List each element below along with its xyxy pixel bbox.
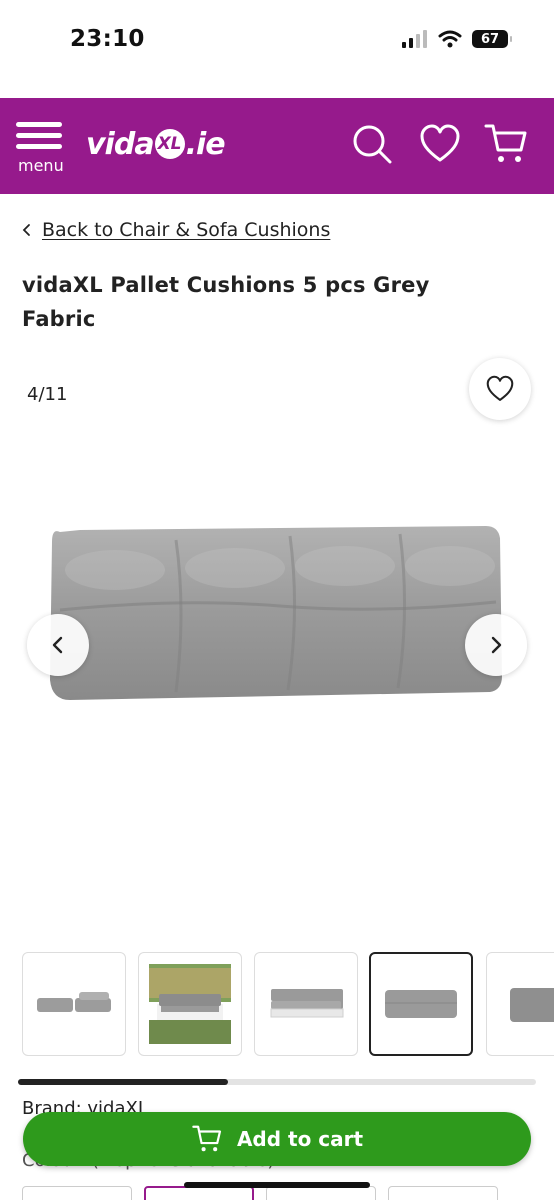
cart-icon [192, 1125, 221, 1152]
previous-image-button[interactable] [27, 614, 89, 676]
image-counter: 4/11 [27, 384, 68, 405]
add-to-cart-button[interactable]: Add to cart [23, 1112, 531, 1166]
chevron-left-icon [52, 636, 63, 654]
heart-icon [420, 124, 460, 162]
colour-option-2-selected[interactable] [144, 1186, 254, 1200]
wishlist-button[interactable] [418, 122, 462, 166]
menu-button[interactable]: menu [16, 122, 68, 178]
garden-sofa-image [149, 964, 231, 1044]
add-to-cart-label: Add to cart [236, 1127, 364, 1151]
colour-option-4[interactable] [388, 1186, 498, 1200]
thumbnail-scrollbar-thumb[interactable] [18, 1079, 228, 1085]
next-image-button[interactable] [465, 614, 527, 676]
battery-level: 67 [480, 31, 500, 47]
breadcrumb[interactable]: Back to Chair & Sofa Cushions [22, 219, 330, 241]
status-icons: 67 [402, 30, 512, 48]
search-icon [353, 125, 392, 164]
thumbnail-3[interactable] [254, 952, 358, 1056]
thumbnail-scrollbar[interactable] [18, 1079, 536, 1085]
logo-mark: XL [154, 129, 185, 159]
breadcrumb-link[interactable]: Back to Chair & Sofa Cushions [42, 219, 330, 241]
thumbnail-2[interactable] [138, 952, 242, 1056]
colour-option-1[interactable] [22, 1186, 132, 1200]
cushion-image [50, 526, 502, 700]
cushion-image [385, 990, 457, 1018]
status-time: 23:10 [70, 26, 145, 52]
product-title: vidaXL Pallet Cushions 5 pcs Grey Fabric [22, 273, 430, 331]
colour-option-3[interactable] [266, 1186, 376, 1200]
thumbnail-5[interactable] [486, 952, 554, 1056]
status-bar: 23:10 67 [0, 0, 554, 98]
hamburger-icon [16, 122, 68, 149]
home-indicator [184, 1182, 370, 1188]
logo-main: vida [86, 126, 155, 162]
thumbnail-strip[interactable] [22, 952, 554, 1058]
cart-icon [484, 124, 527, 162]
cushion-image [510, 988, 554, 1022]
search-button[interactable] [350, 122, 394, 166]
pallet-sofa-image [270, 989, 344, 1018]
heart-icon [486, 375, 514, 401]
cushion-set-image [37, 992, 111, 1012]
site-header: menu vida XL .ie [0, 98, 554, 194]
add-to-wishlist-button[interactable] [469, 358, 531, 420]
battery-icon: 67 [472, 30, 512, 48]
cart-button[interactable] [484, 122, 528, 166]
thumbnail-1[interactable] [22, 952, 126, 1056]
chevron-left-icon [22, 224, 30, 236]
product-gallery[interactable] [0, 430, 554, 930]
logo-suffix: .ie [185, 126, 226, 162]
thumbnail-4-selected[interactable] [369, 952, 473, 1056]
menu-label: menu [18, 156, 64, 175]
vidaxl-logo[interactable]: vida XL .ie [86, 122, 226, 166]
signal-icon [402, 30, 427, 48]
chevron-right-icon [491, 636, 502, 654]
wifi-icon [438, 30, 462, 48]
